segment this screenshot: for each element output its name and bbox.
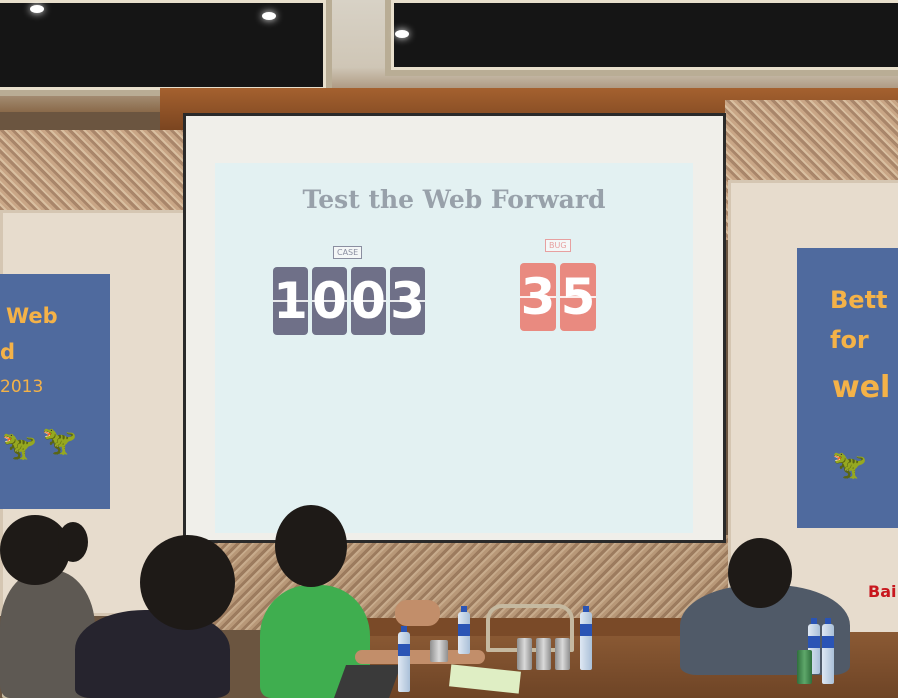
case-digit: 1 <box>273 267 308 335</box>
event-banner-left: Web d 2013 🦖 🦖 <box>0 274 110 509</box>
banner-right-text-2: for <box>830 326 869 354</box>
banner-right-text-3: wel <box>832 370 891 405</box>
soda-can <box>555 638 570 670</box>
banner-right-text-1: Bett <box>830 286 888 314</box>
person-head <box>728 538 792 608</box>
ceiling-light <box>262 12 276 20</box>
banner-left-text-1: Web <box>6 304 58 328</box>
case-digit: 0 <box>312 267 347 335</box>
person-head <box>58 522 88 562</box>
water-bottle <box>398 626 410 692</box>
ceiling-panel-left <box>0 0 332 96</box>
water-bottle <box>580 606 592 670</box>
projected-slide: Test the Web Forward CASE 1 0 0 3 BUG 3 … <box>215 163 693 533</box>
case-counter: 1 0 0 3 <box>273 267 425 335</box>
sponsor-logo: Bai <box>868 582 897 601</box>
dinosaur-icon: 🦖 <box>42 424 77 457</box>
person-hand <box>395 600 440 626</box>
dinosaur-icon: 🦖 <box>832 448 867 481</box>
soda-can <box>536 638 551 670</box>
ceiling-light <box>395 30 409 38</box>
banner-left-text-2: d <box>0 340 16 364</box>
dinosaur-icon: 🦖 <box>2 429 37 462</box>
banner-left-year: 2013 <box>0 377 44 397</box>
case-digit: 0 <box>351 267 386 335</box>
green-can <box>797 650 812 684</box>
case-counter-label: CASE <box>333 246 363 259</box>
slide-title: Test the Web Forward <box>302 185 606 214</box>
person-head <box>140 535 235 630</box>
ceiling-panel-right <box>385 0 898 76</box>
water-bottle <box>822 618 834 684</box>
case-digit: 3 <box>390 267 425 335</box>
person-head <box>275 505 347 587</box>
bug-counter: 3 5 <box>520 263 596 331</box>
bug-counter-label: BUG <box>545 239 571 252</box>
water-bottle <box>458 606 470 654</box>
soda-can <box>517 638 532 670</box>
bug-digit: 3 <box>520 263 556 331</box>
event-banner-right: Bett for wel 🦖 <box>797 248 898 528</box>
soda-can <box>430 640 448 662</box>
ceiling-light <box>30 5 44 13</box>
bug-digit: 5 <box>560 263 596 331</box>
